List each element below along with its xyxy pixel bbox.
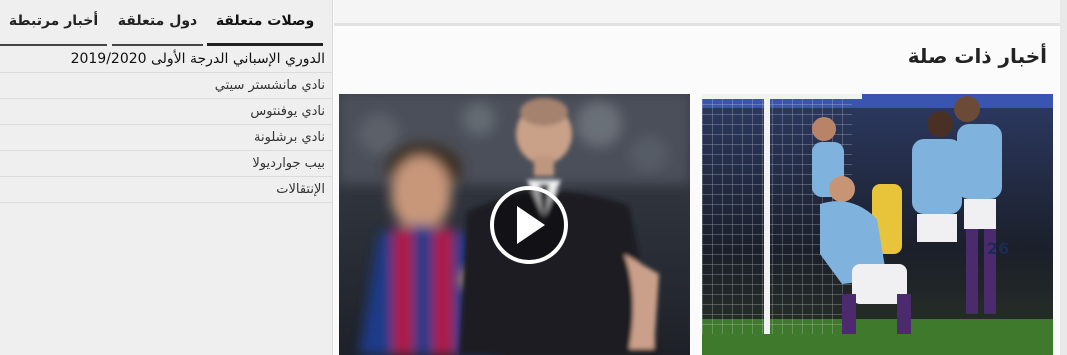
list-item[interactable]: نادي مانشستر سيتي xyxy=(0,73,333,99)
news-photo[interactable]: 26 xyxy=(702,94,1053,355)
video-thumbnail[interactable] xyxy=(339,94,690,355)
list-item[interactable]: الإنتقالات xyxy=(0,177,333,203)
list-item[interactable]: نادي يوفنتوس xyxy=(0,99,333,125)
link-label[interactable]: الدوري الإسباني الدرجة الأولى 2019/2020 xyxy=(71,51,325,67)
svg-text:26: 26 xyxy=(987,239,1009,258)
tab-related-news[interactable]: أخبار مرتبطة xyxy=(0,0,107,46)
sidebar-tabs: وصلات متعلقة دول متعلقة أخبار مرتبطة xyxy=(0,0,333,46)
main-content: أخبار ذات صلة 26 xyxy=(334,0,1067,355)
photo-card[interactable]: 26 xyxy=(702,94,1053,355)
tab-related-links[interactable]: وصلات متعلقة xyxy=(207,0,323,46)
link-label[interactable]: الإنتقالات xyxy=(276,182,325,197)
tab-related-countries[interactable]: دول متعلقة xyxy=(112,0,203,46)
page-title: أخبار ذات صلة xyxy=(907,44,1047,68)
related-links-list: الدوري الإسباني الدرجة الأولى 2019/2020 … xyxy=(0,47,333,203)
related-sidebar: وصلات متعلقة دول متعلقة أخبار مرتبطة الد… xyxy=(0,0,333,355)
link-label[interactable]: بيب جوارديولا xyxy=(252,156,325,171)
scroll-gutter xyxy=(1060,0,1067,355)
list-item[interactable]: الدوري الإسباني الدرجة الأولى 2019/2020 xyxy=(0,47,333,73)
list-item[interactable]: نادي برشلونة xyxy=(0,125,333,151)
list-item[interactable]: بيب جوارديولا xyxy=(0,151,333,177)
link-label[interactable]: نادي يوفنتوس xyxy=(250,104,325,119)
top-spacer xyxy=(334,0,1060,23)
link-label[interactable]: نادي مانشستر سيتي xyxy=(215,78,325,93)
video-card[interactable] xyxy=(339,94,690,355)
top-divider xyxy=(334,23,1060,26)
link-label[interactable]: نادي برشلونة xyxy=(254,130,325,145)
play-icon[interactable] xyxy=(490,186,568,264)
